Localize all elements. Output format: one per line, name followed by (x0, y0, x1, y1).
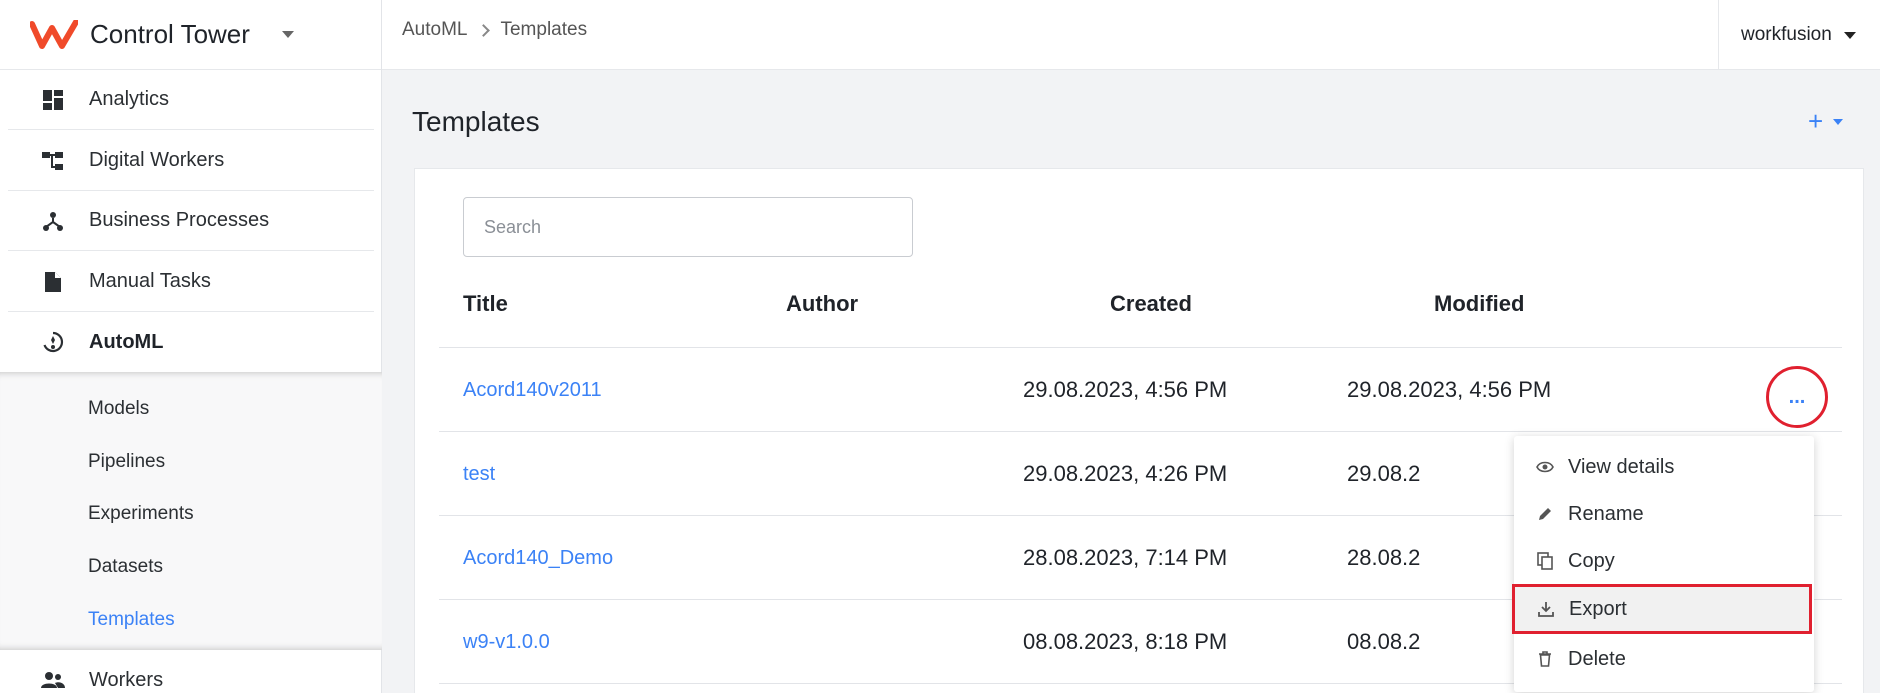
created-cell: 08.08.2023, 8:18 PM (1023, 629, 1228, 654)
column-header-modified[interactable]: Modified (1434, 291, 1524, 317)
submenu-item-models[interactable]: Models (88, 398, 149, 420)
template-title-link[interactable]: w9-v1.0.0 (463, 600, 550, 684)
sidebar-item-label: Business Processes (89, 209, 270, 231)
pencil-icon (1536, 505, 1554, 523)
created-cell: 29.08.2023, 4:26 PM (1023, 461, 1228, 486)
sidebar-item-manual-tasks[interactable]: Manual Tasks (8, 252, 374, 312)
menu-item-label: Copy (1568, 549, 1615, 572)
sidebar-item-label: AutoML (89, 330, 164, 353)
row-actions-menu: View details Rename Copy Export Delete (1512, 436, 1814, 692)
automl-submenu: Models Pipelines Experiments Datasets Te… (0, 372, 382, 650)
breadcrumb-templates: Templates (500, 19, 588, 40)
modified-cell: 08.08.2 (1347, 629, 1421, 654)
automl-icon (41, 330, 65, 354)
top-bar: AutoML Templates workfusion (382, 0, 1880, 70)
process-icon (41, 209, 65, 233)
sidebar: Control Tower Analytics Digital Workers … (0, 0, 382, 693)
column-header-created[interactable]: Created (1110, 291, 1192, 317)
brand-header[interactable]: Control Tower (0, 0, 381, 70)
document-icon (41, 270, 65, 294)
column-header-title[interactable]: Title (463, 291, 508, 317)
people-icon (41, 668, 65, 692)
sidebar-item-label: Digital Workers (89, 149, 225, 171)
breadcrumb-automl[interactable]: AutoML (402, 19, 467, 41)
page-title: Templates (412, 106, 540, 137)
menu-item-label: Export (1569, 597, 1627, 620)
user-menu[interactable]: workfusion (1718, 0, 1880, 70)
sidebar-item-label: Workers (89, 668, 164, 691)
breadcrumb: AutoML Templates (402, 0, 587, 60)
trash-icon (1536, 650, 1554, 668)
sidebar-item-label: Analytics (89, 88, 170, 110)
created-cell: 28.08.2023, 7:14 PM (1023, 545, 1228, 570)
menu-item-label: Delete (1568, 647, 1626, 670)
column-header-author[interactable]: Author (786, 291, 858, 317)
hierarchy-icon (41, 149, 65, 173)
submenu-item-experiments[interactable]: Experiments (88, 503, 194, 525)
submenu-item-templates[interactable]: Templates (88, 609, 175, 631)
dashboard-icon (41, 88, 65, 112)
menu-item-view-details[interactable]: View details (1514, 444, 1814, 490)
user-name: workfusion (1741, 24, 1832, 45)
chevron-down-icon[interactable] (281, 31, 294, 38)
sidebar-item-automl[interactable]: AutoML (8, 312, 374, 372)
search-input[interactable] (463, 197, 913, 257)
menu-item-copy[interactable]: Copy (1514, 538, 1814, 584)
submenu-item-datasets[interactable]: Datasets (88, 556, 163, 578)
modified-cell: 29.08.2023, 4:56 PM (1347, 377, 1552, 402)
submenu-item-pipelines[interactable]: Pipelines (88, 451, 165, 473)
download-icon (1537, 600, 1555, 618)
template-title-link[interactable]: Acord140v2011 (463, 348, 602, 432)
sidebar-item-label: Manual Tasks (89, 270, 211, 292)
modified-cell: 29.08.2 (1347, 461, 1421, 486)
add-template-button[interactable]: + (1808, 106, 1844, 137)
menu-item-label: View details (1568, 455, 1675, 478)
chevron-down-icon (1833, 118, 1844, 125)
menu-item-delete[interactable]: Delete (1514, 636, 1814, 682)
template-title-link[interactable]: test (463, 432, 495, 516)
control-tower-logo-icon (30, 19, 78, 49)
eye-icon (1536, 458, 1554, 476)
more-icon: ... (1788, 385, 1806, 408)
menu-item-rename[interactable]: Rename (1514, 491, 1814, 537)
sidebar-item-digital-workers[interactable]: Digital Workers (8, 131, 374, 191)
sidebar-item-analytics[interactable]: Analytics (8, 70, 374, 130)
menu-item-label: Rename (1568, 502, 1644, 525)
table-row: Acord140v2011 29.08.2023, 4:56 PM 29.08.… (439, 348, 1842, 432)
template-title-link[interactable]: Acord140_Demo (463, 516, 613, 600)
modified-cell: 28.08.2 (1347, 545, 1421, 570)
created-cell: 29.08.2023, 4:56 PM (1023, 377, 1228, 402)
sidebar-item-workers[interactable]: Workers (8, 650, 374, 693)
sidebar-item-business-processes[interactable]: Business Processes (8, 191, 374, 251)
app-name: Control Tower (90, 19, 250, 49)
row-actions-button[interactable]: ... (1766, 366, 1828, 428)
chevron-down-icon (1843, 31, 1856, 39)
plus-icon: + (1808, 106, 1824, 136)
copy-icon (1536, 552, 1554, 570)
menu-item-export[interactable]: Export (1512, 584, 1812, 634)
chevron-right-icon (477, 23, 491, 37)
